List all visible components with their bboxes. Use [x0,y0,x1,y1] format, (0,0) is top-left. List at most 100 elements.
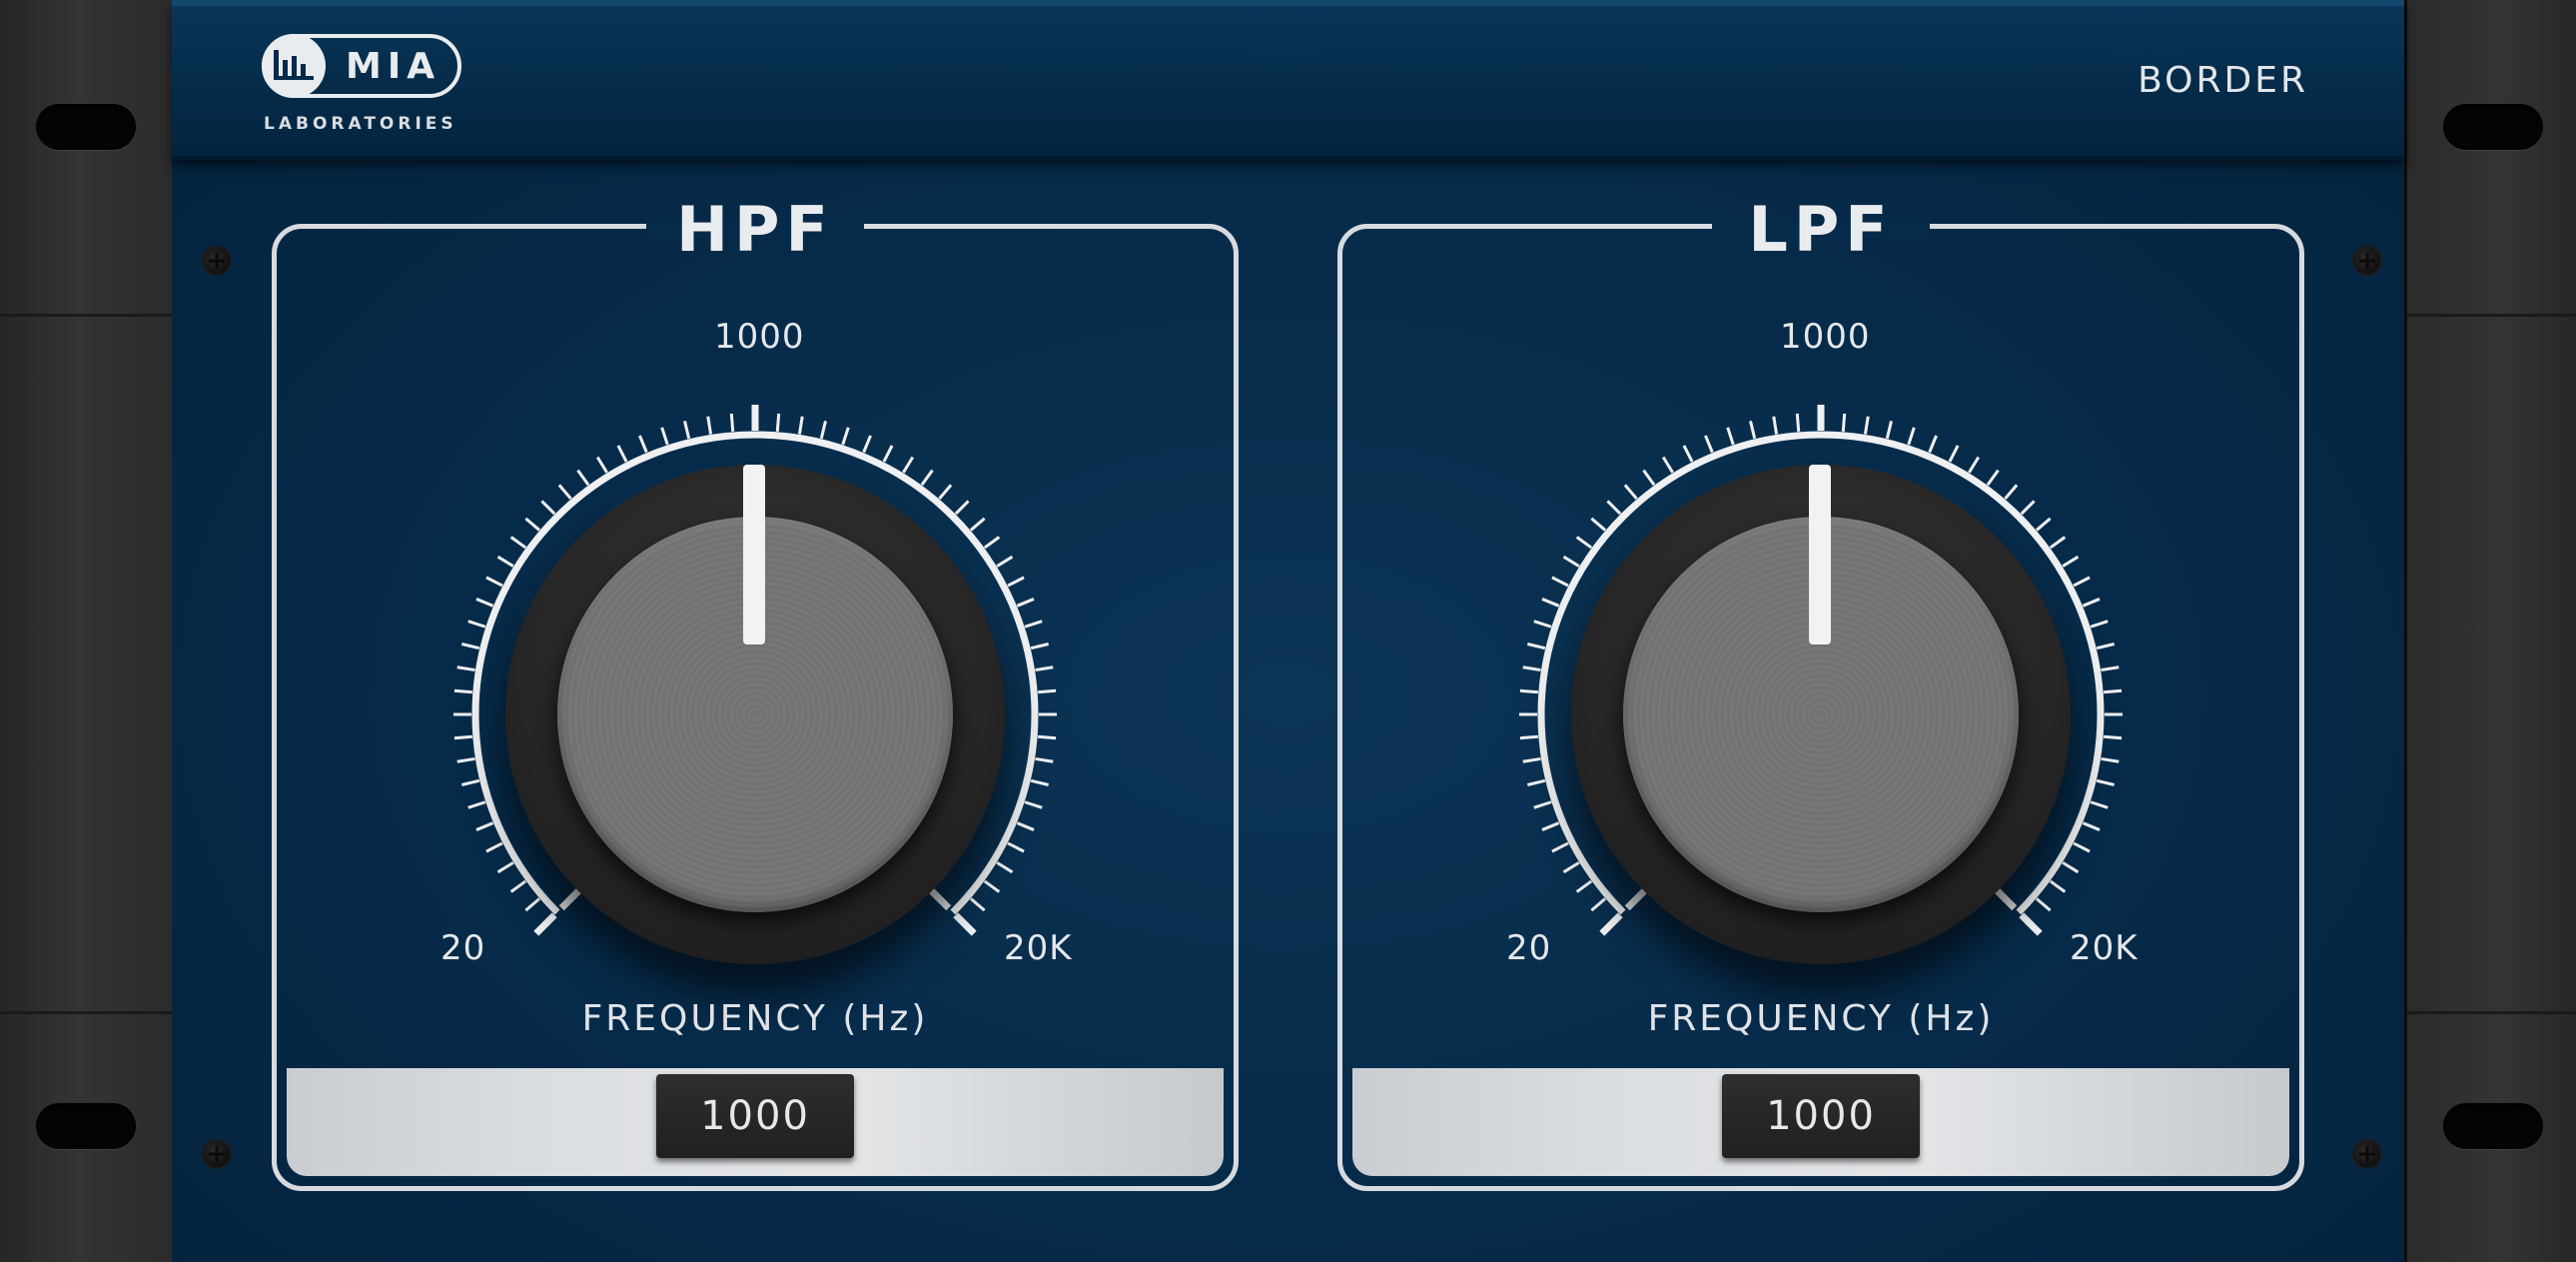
lpf-scale-max: 20K [2070,928,2139,968]
knob-indicator [1809,465,1831,644]
dial-tick [1551,576,1569,588]
dial-tick [1016,598,1035,608]
dial-tick [460,778,480,786]
dial-tick [509,536,527,550]
dial-tick [2104,688,2123,694]
dial-tick [1575,536,1593,550]
hpf-scale-top: 1000 [714,317,805,357]
dial-tick [2082,598,2101,608]
lpf-frequency-label: FREQUENCY (Hz) [1647,998,1995,1039]
dial-end-mark [1624,888,1647,911]
dial-tick [2096,778,2116,786]
dial-tick [460,642,480,650]
dial-tick [1642,469,1656,487]
dial-tick [2020,500,2036,516]
dial-tick [1038,688,1057,694]
dial-tick [1035,756,1054,763]
ear-seam [0,314,172,317]
dial-tick [983,536,1001,550]
dial-tick [1623,484,1638,501]
dial-tick [882,445,894,463]
dial-tick [2073,841,2091,853]
plugin-window: MIA LABORATORIES BORDER HPF 1000 20 20K [0,0,2576,1262]
hpf-footer: 1000 [287,1068,1224,1176]
screw-icon [2352,246,2382,276]
header-bar: MIA LABORATORIES BORDER [172,0,2404,160]
dial-tick [1726,427,1735,446]
dial-tick [2101,756,2120,763]
dial-tick [496,861,514,874]
dial-tick [1863,416,1870,435]
dial-tick [1526,778,1546,786]
dial-tick [1519,688,1538,694]
dial-tick [1986,469,2000,487]
dial-tick [485,841,503,853]
lpf-footer: 1000 [1352,1068,2289,1176]
hpf-frequency-knob[interactable] [505,465,1005,964]
dial-tick [540,500,556,516]
dial-end-mark [929,888,952,911]
dial-tick [1007,576,1025,588]
lpf-scale-top: 1000 [1780,317,1871,357]
dial-tick [2062,861,2080,874]
dial-tick [2035,517,2052,532]
dial-tick [1522,665,1541,672]
dial-tick [509,879,527,893]
lpf-scale-min: 20 [1506,928,1552,968]
dial-tick [475,598,494,608]
logo-bars-icon [262,34,326,98]
dial-tick [660,427,669,446]
lpf-value-display[interactable]: 1000 [1722,1074,1920,1158]
dial-tick [453,734,472,740]
lpf-module: LPF 1000 20 20K FREQUENCY (Hz) 1000 [1337,193,2304,1191]
dial-tick [2062,555,2080,568]
dial-tick [1526,642,1546,650]
dial-tick [2090,800,2109,809]
lpf-frequency-knob[interactable] [1571,465,2071,964]
dial-tick [2049,536,2067,550]
dial-tick [1533,620,1552,629]
brand-logo: MIA [262,34,461,98]
dial-tick [1590,897,1607,912]
dial-tick [1007,841,1025,853]
dial-tick [467,800,486,809]
dial-tick [1606,500,1622,516]
dial-tick [953,912,977,936]
dial-tick [1661,456,1674,474]
ear-seam [2407,314,2576,317]
dial-tick [1928,435,1938,454]
product-name: BORDER [2138,60,2308,101]
dial-tick [638,435,648,454]
dial-tick [453,688,472,694]
dial-tick [2101,665,2120,672]
dial-tick [954,500,970,516]
dial-tick [996,861,1014,874]
dial-tick [1024,620,1043,629]
dial-tick [456,665,475,672]
dial-tick [2082,821,2101,831]
screw-icon [202,246,232,276]
dial-tick [1030,778,1050,786]
dial-tick [1038,734,1057,740]
dial-tick [1541,598,1560,608]
dial-tick [1704,435,1714,454]
dial-tick [524,517,541,532]
rack-slot [2443,104,2543,150]
dial-tick [841,427,850,446]
dial-tick [595,456,608,474]
dial-tick [524,897,541,912]
hpf-value-display[interactable]: 1000 [656,1074,854,1158]
hpf-scale-max: 20K [1004,928,1073,968]
dial-tick [1795,413,1801,432]
dial-tick [729,413,735,432]
logo-text: MIA [346,46,441,87]
dial-tick [1885,420,1893,440]
dial-end-mark [558,888,581,911]
dial-tick [1590,517,1607,532]
dial-tick [2019,912,2043,936]
dial-tick [2090,620,2109,629]
knob-indicator [743,465,765,644]
screw-icon [202,1139,232,1169]
dial-tick [533,912,557,936]
dial-tick [819,420,827,440]
